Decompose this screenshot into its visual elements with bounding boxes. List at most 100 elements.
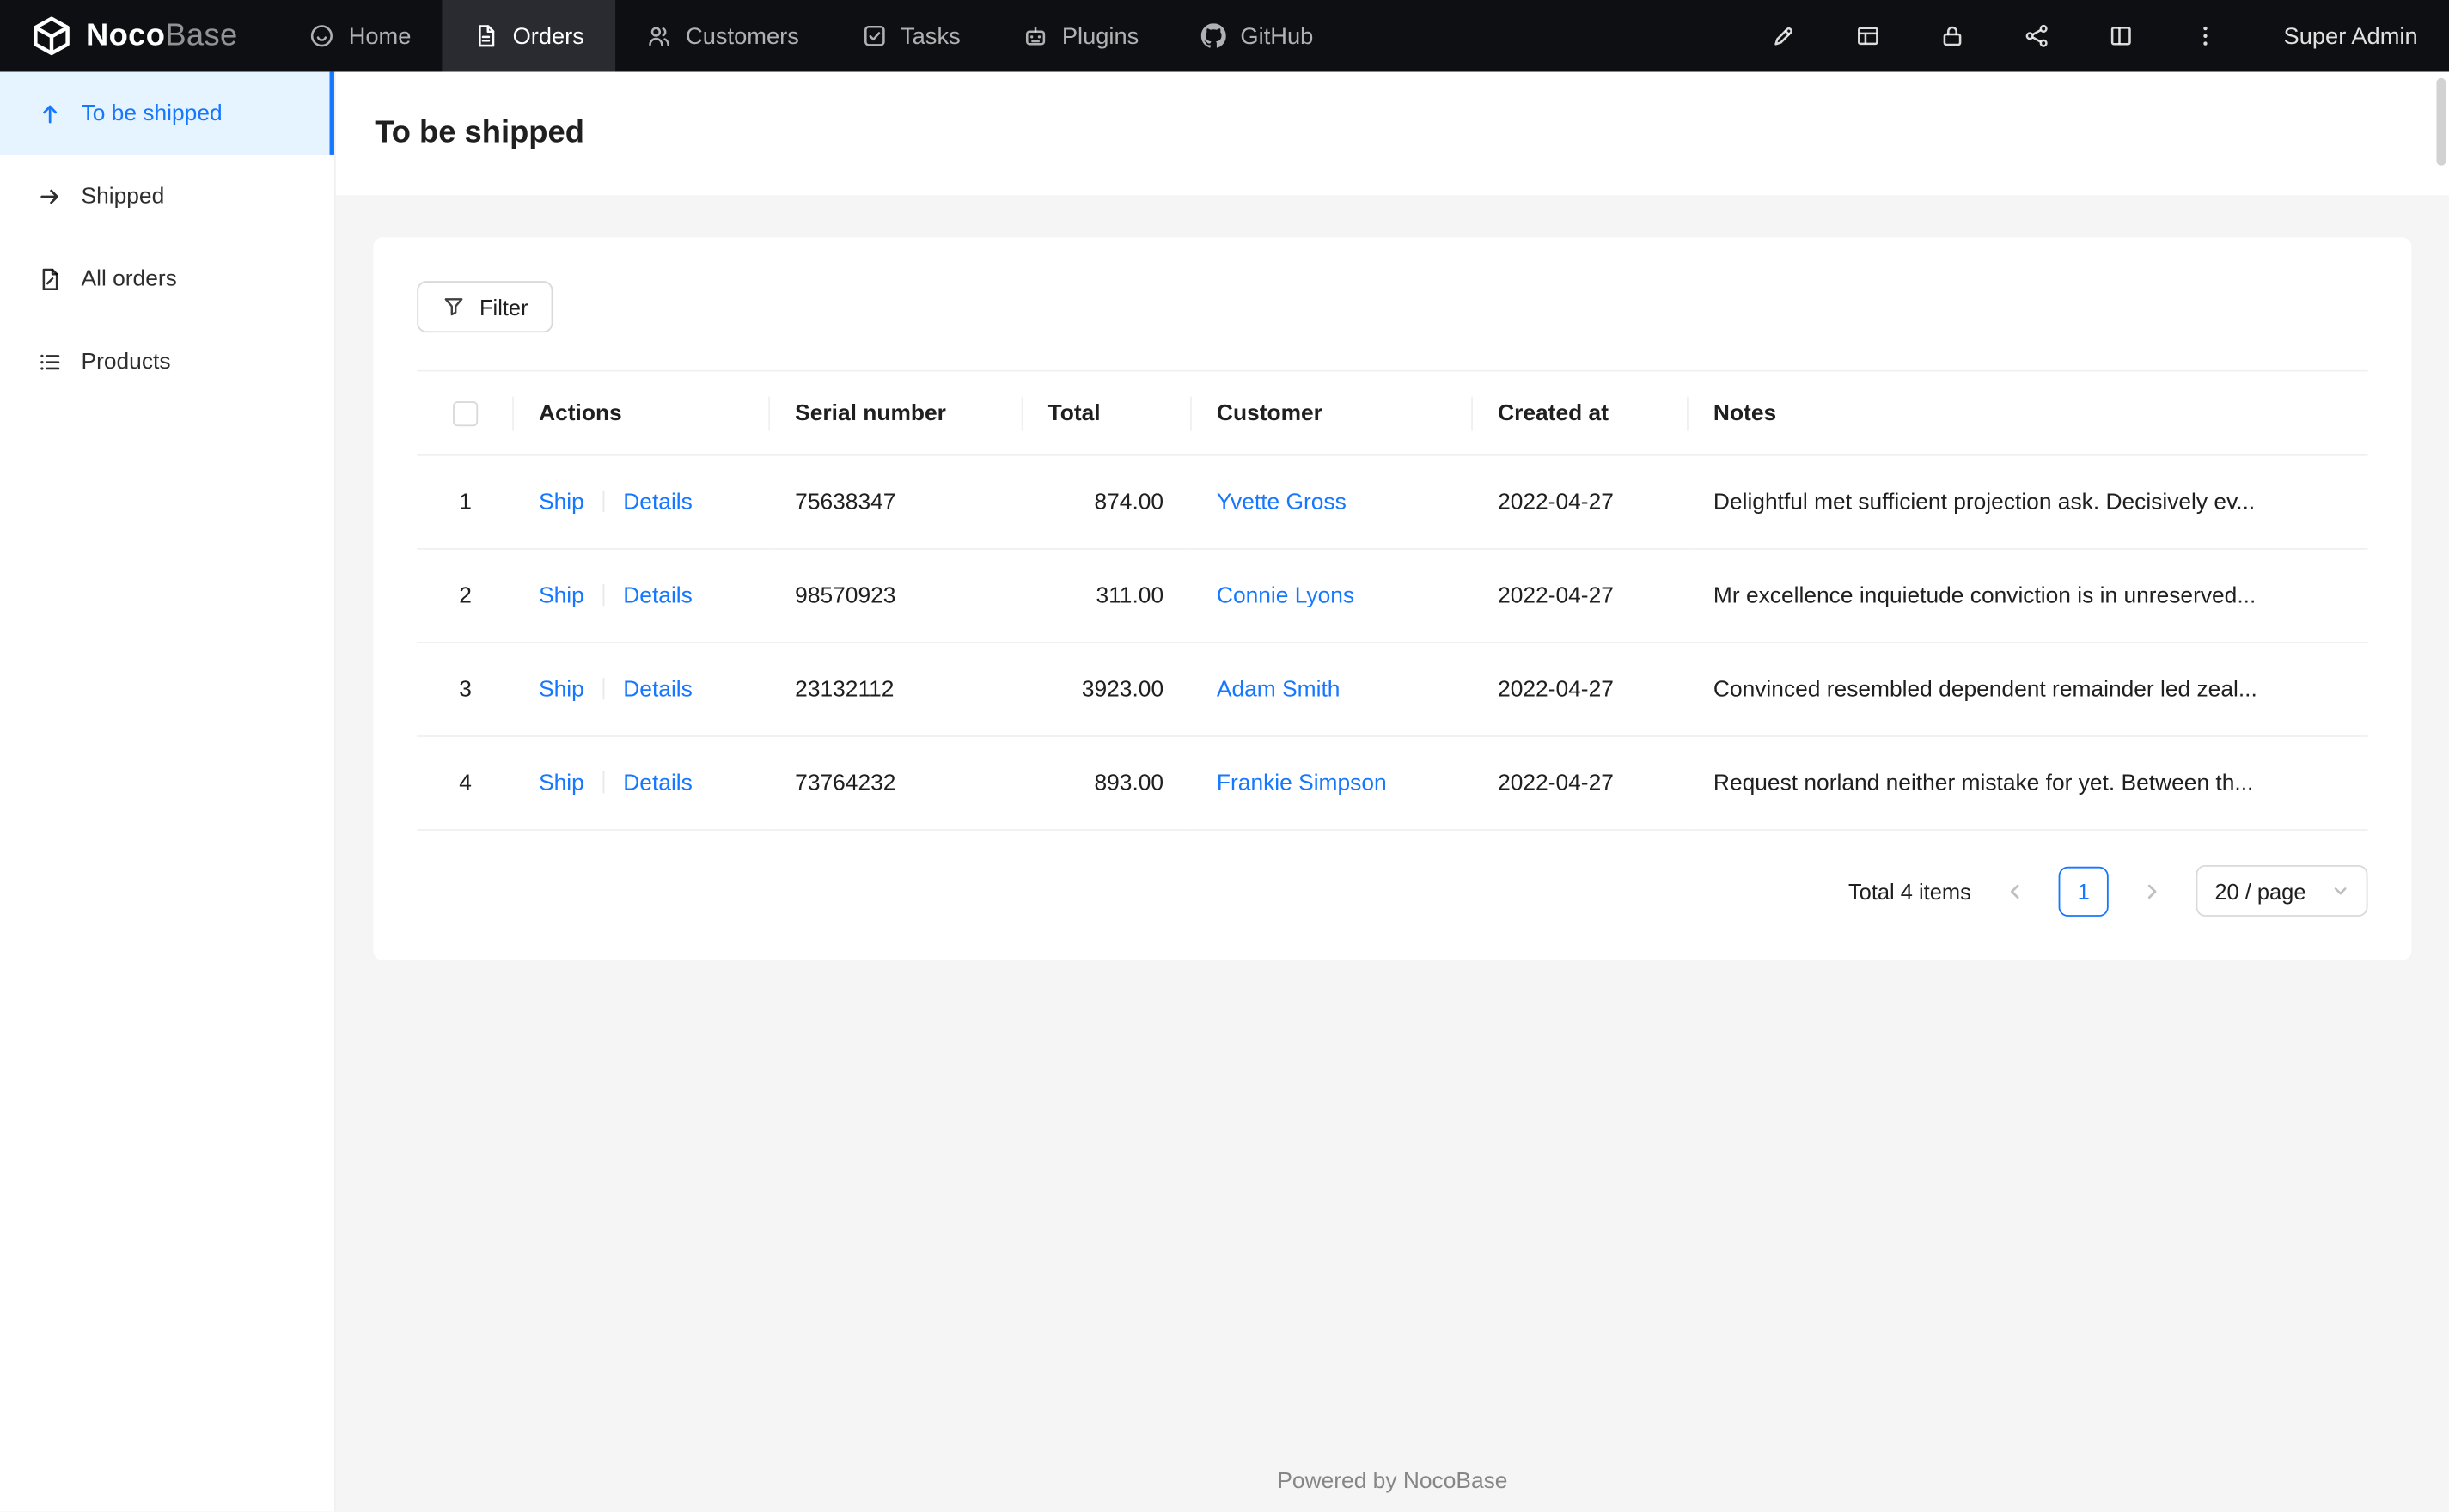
sidebar-item-label: All orders xyxy=(81,265,177,291)
table-icon[interactable] xyxy=(1856,23,1881,48)
home-icon xyxy=(309,23,334,48)
page-title: To be shipped xyxy=(375,115,584,150)
content: Filter Actions Serial number Total Custo… xyxy=(336,195,2449,1449)
arrow-up-icon xyxy=(38,101,63,125)
table-header-row: Actions Serial number Total Customer Cre… xyxy=(417,369,2368,456)
sidebar-item-products[interactable]: Products xyxy=(0,320,334,403)
ship-link[interactable]: Ship xyxy=(539,490,584,515)
nav-item-plugins[interactable]: Plugins xyxy=(992,0,1170,72)
sidebar-item-all-orders[interactable]: All orders xyxy=(0,237,334,320)
serial-cell: 98570923 xyxy=(770,548,1023,643)
pagination-total: Total 4 items xyxy=(1847,878,1971,904)
tasks-icon xyxy=(862,23,887,48)
workflow-icon[interactable] xyxy=(2025,23,2049,48)
column-header-notes: Notes xyxy=(1688,369,2368,456)
orders-table-wrap: Actions Serial number Total Customer Cre… xyxy=(417,369,2368,831)
customer-link[interactable]: Yvette Gross xyxy=(1217,490,1347,515)
more-icon[interactable] xyxy=(2193,23,2218,48)
row-index: 3 xyxy=(417,642,514,737)
table-row[interactable]: 1 Ship Details 75638347 874.00 Yvette Gro… xyxy=(417,454,2368,550)
sidebar-item-label: Shipped xyxy=(81,183,165,209)
sidebar-item-label: To be shipped xyxy=(81,101,223,126)
main-nav: Home Orders Customers Tasks Plugins GitH… xyxy=(278,0,1345,72)
document-icon xyxy=(38,266,63,291)
table-row[interactable]: 4 Ship Details 73764232 893.00 Frankie Si… xyxy=(417,735,2368,831)
nav-item-github[interactable]: GitHub xyxy=(1170,0,1345,72)
sidebar-item-shipped[interactable]: Shipped xyxy=(0,155,334,237)
details-link[interactable]: Details xyxy=(623,583,693,608)
lock-icon[interactable] xyxy=(1940,23,1965,48)
action-divider xyxy=(602,582,605,606)
created-at-cell: 2022-04-27 xyxy=(1472,548,1689,643)
notes-cell: Delightful met sufficient projection ask… xyxy=(1688,454,2368,550)
sidebar-item-to-be-shipped[interactable]: To be shipped xyxy=(0,71,334,155)
page-size-value: 20 / page xyxy=(2214,878,2306,904)
nav-item-customers[interactable]: Customers xyxy=(615,0,830,72)
customer-link[interactable]: Frankie Simpson xyxy=(1217,771,1387,796)
top-navbar: NocoBase Home Orders Customers Tasks Plu… xyxy=(0,0,2449,72)
brand-name: NocoBase xyxy=(86,18,238,54)
serial-cell: 23132112 xyxy=(770,642,1023,737)
pagination-page-1[interactable]: 1 xyxy=(2058,865,2109,917)
page-size-select[interactable]: 20 / page xyxy=(2196,864,2368,917)
sidebar-item-label: Products xyxy=(81,349,171,375)
table-row[interactable]: 3 Ship Details 23132112 3923.00 Adam Smit… xyxy=(417,642,2368,737)
scrollbar-thumb[interactable] xyxy=(2436,77,2446,166)
chevron-down-icon xyxy=(2332,882,2349,899)
brand[interactable]: NocoBase xyxy=(31,15,237,56)
nav-item-label: Plugins xyxy=(1061,22,1139,50)
nocobase-logo-icon xyxy=(31,15,71,56)
app-root: NocoBase Home Orders Customers Tasks Plu… xyxy=(0,0,2449,1512)
orders-icon xyxy=(473,23,498,48)
powered-by-footer: Powered by NocoBase xyxy=(1277,1470,1508,1496)
pen-icon[interactable] xyxy=(1771,23,1796,48)
pagination-next-button[interactable] xyxy=(2128,866,2177,916)
created-at-cell: 2022-04-27 xyxy=(1472,735,1689,831)
column-header-actions: Actions xyxy=(513,369,771,456)
filter-button-label: Filter xyxy=(479,294,528,320)
table-row[interactable]: 2 Ship Details 98570923 311.00 Connie Lyo… xyxy=(417,548,2368,643)
action-divider xyxy=(602,489,605,512)
brand-name-bold: Noco xyxy=(85,17,166,52)
ship-link[interactable]: Ship xyxy=(539,583,584,608)
total-cell: 893.00 xyxy=(1023,735,1192,831)
serial-cell: 75638347 xyxy=(770,454,1023,550)
filter-icon xyxy=(442,296,465,319)
arrow-right-icon xyxy=(38,184,63,209)
nav-item-orders[interactable]: Orders xyxy=(442,0,616,72)
pagination-prev-button[interactable] xyxy=(1990,866,2040,916)
row-index: 2 xyxy=(417,548,514,643)
list-icon xyxy=(38,349,63,374)
nav-item-tasks[interactable]: Tasks xyxy=(830,0,992,72)
details-link[interactable]: Details xyxy=(623,771,693,796)
nav-item-label: Home xyxy=(348,22,412,50)
customer-link[interactable]: Connie Lyons xyxy=(1217,583,1354,608)
pagination: Total 4 items 1 20 / page xyxy=(417,864,2368,917)
column-header-total: Total xyxy=(1023,369,1192,456)
orders-table: Actions Serial number Total Customer Cre… xyxy=(417,369,2368,831)
notes-cell: Request norland neither mistake for yet.… xyxy=(1688,735,2368,831)
row-index: 4 xyxy=(417,735,514,831)
nav-item-label: Orders xyxy=(512,22,584,50)
nav-item-home[interactable]: Home xyxy=(278,0,443,72)
brand-name-light: Base xyxy=(165,17,238,52)
orders-card: Filter Actions Serial number Total Custo… xyxy=(373,237,2412,960)
details-link[interactable]: Details xyxy=(623,677,693,702)
github-icon xyxy=(1200,23,1227,48)
created-at-cell: 2022-04-27 xyxy=(1472,454,1689,550)
select-all-checkbox[interactable] xyxy=(453,400,479,426)
details-link[interactable]: Details xyxy=(623,490,693,515)
row-index: 1 xyxy=(417,454,514,550)
ship-link[interactable]: Ship xyxy=(539,771,584,796)
ship-link[interactable]: Ship xyxy=(539,677,584,702)
created-at-cell: 2022-04-27 xyxy=(1472,642,1689,737)
filter-button[interactable]: Filter xyxy=(417,281,553,333)
layout-icon[interactable] xyxy=(2109,23,2134,48)
action-divider xyxy=(602,676,605,699)
customer-link[interactable]: Adam Smith xyxy=(1217,677,1341,702)
main-area: To be shipped Filter Actions Serial numb… xyxy=(335,71,2449,1512)
customers-icon xyxy=(647,23,672,48)
navbar-right: Super Admin xyxy=(1771,22,2418,49)
app-body: To be shipped Shipped All orders Product… xyxy=(0,71,2449,1512)
user-menu[interactable]: Super Admin xyxy=(2284,22,2418,49)
